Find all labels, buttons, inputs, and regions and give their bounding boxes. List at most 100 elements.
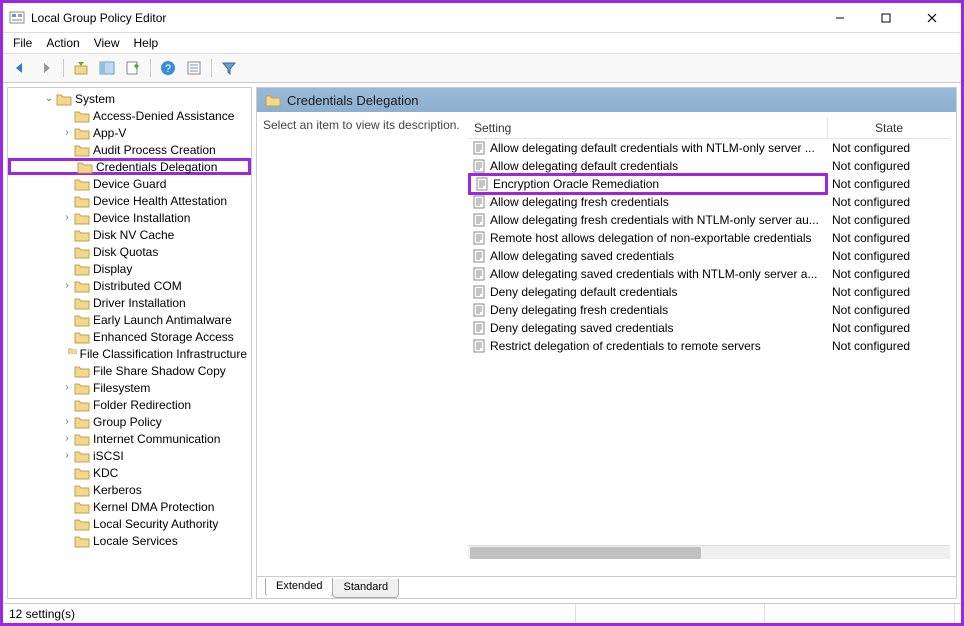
setting-state: Not configured <box>828 249 950 263</box>
policy-icon <box>472 159 486 173</box>
tree-item[interactable]: Disk Quotas <box>8 243 251 260</box>
tree-item-label: Distributed COM <box>93 279 182 293</box>
setting-row[interactable]: Deny delegating saved credentialsNot con… <box>468 319 950 337</box>
tree-item[interactable]: Device Health Attestation <box>8 192 251 209</box>
setting-state: Not configured <box>828 285 950 299</box>
export-button[interactable] <box>122 57 144 79</box>
menu-view[interactable]: View <box>94 36 120 50</box>
close-button[interactable] <box>909 4 955 32</box>
setting-row[interactable]: Remote host allows delegation of non-exp… <box>468 229 950 247</box>
column-setting[interactable]: Setting <box>468 118 828 138</box>
up-button[interactable] <box>70 57 92 79</box>
setting-name: Restrict delegation of credentials to re… <box>490 339 761 353</box>
status-text: 12 setting(s) <box>9 604 576 623</box>
show-hide-tree-button[interactable] <box>96 57 118 79</box>
tree-item[interactable]: ›Device Installation <box>8 209 251 226</box>
folder-icon <box>74 126 90 140</box>
chevron-right-icon[interactable]: › <box>60 280 74 291</box>
tree-root-label: System <box>75 92 115 106</box>
menu-file[interactable]: File <box>13 36 32 50</box>
tab-extended[interactable]: Extended <box>265 578 333 597</box>
setting-row[interactable]: Deny delegating default credentialsNot c… <box>468 283 950 301</box>
tree-item[interactable]: Kernel DMA Protection <box>8 498 251 515</box>
properties-button[interactable] <box>183 57 205 79</box>
column-state[interactable]: State <box>828 118 950 138</box>
policy-icon <box>475 177 489 191</box>
tree-item[interactable]: Credentials Delegation <box>8 158 251 175</box>
chevron-right-icon[interactable]: › <box>60 127 74 138</box>
tree-item[interactable]: Early Launch Antimalware <box>8 311 251 328</box>
tree-root[interactable]: ⌄ System <box>8 90 251 107</box>
chevron-right-icon[interactable]: › <box>60 382 74 393</box>
list-header[interactable]: Setting State <box>468 118 950 139</box>
folder-icon <box>74 398 90 412</box>
titlebar: Local Group Policy Editor <box>3 3 961 33</box>
folder-icon <box>74 517 90 531</box>
tree-item[interactable]: Audit Process Creation <box>8 141 251 158</box>
content-pane: Credentials Delegation Select an item to… <box>256 87 957 599</box>
tree-item[interactable]: ›Internet Communication <box>8 430 251 447</box>
tree-item-label: Kerberos <box>93 483 142 497</box>
tree-item[interactable]: Local Security Authority <box>8 515 251 532</box>
tree-item[interactable]: Enhanced Storage Access <box>8 328 251 345</box>
setting-name: Allow delegating saved credentials <box>490 249 674 263</box>
setting-row[interactable]: Encryption Oracle RemediationNot configu… <box>468 175 950 193</box>
menu-help[interactable]: Help <box>134 36 159 50</box>
tree-item[interactable]: ›App-V <box>8 124 251 141</box>
maximize-button[interactable] <box>863 4 909 32</box>
tree-item[interactable]: Kerberos <box>8 481 251 498</box>
policy-icon <box>472 231 486 245</box>
tree-item[interactable]: Driver Installation <box>8 294 251 311</box>
setting-name: Allow delegating default credentials <box>490 159 678 173</box>
setting-state: Not configured <box>828 267 950 281</box>
tree-item-label: Locale Services <box>93 534 178 548</box>
tree-item[interactable]: Disk NV Cache <box>8 226 251 243</box>
tree-item[interactable]: File Share Shadow Copy <box>8 362 251 379</box>
tree-item-label: Display <box>93 262 132 276</box>
forward-button[interactable] <box>35 57 57 79</box>
folder-icon <box>74 228 90 242</box>
horizontal-scrollbar[interactable] <box>468 545 950 559</box>
chevron-right-icon[interactable]: › <box>60 433 74 444</box>
setting-state: Not configured <box>828 141 950 155</box>
tab-standard[interactable]: Standard <box>332 579 399 598</box>
policy-icon <box>472 213 486 227</box>
chevron-right-icon[interactable]: › <box>60 416 74 427</box>
back-button[interactable] <box>9 57 31 79</box>
setting-row[interactable]: Allow delegating default credentials wit… <box>468 139 950 157</box>
tree-item-label: File Share Shadow Copy <box>93 364 226 378</box>
setting-row[interactable]: Allow delegating fresh credentials with … <box>468 211 950 229</box>
setting-row[interactable]: Allow delegating saved credentials with … <box>468 265 950 283</box>
tree-item[interactable]: Device Guard <box>8 175 251 192</box>
window-title: Local Group Policy Editor <box>31 11 817 25</box>
settings-list[interactable]: Setting State Allow delegating default c… <box>468 118 950 570</box>
policy-icon <box>472 141 486 155</box>
tree-item[interactable]: Locale Services <box>8 532 251 549</box>
tree-item[interactable]: Folder Redirection <box>8 396 251 413</box>
folder-icon <box>74 415 90 429</box>
setting-row[interactable]: Deny delegating fresh credentialsNot con… <box>468 301 950 319</box>
folder-icon <box>265 93 281 107</box>
tree-item[interactable]: Access-Denied Assistance <box>8 107 251 124</box>
chevron-down-icon[interactable]: ⌄ <box>42 93 56 104</box>
tree-item[interactable]: ›Filesystem <box>8 379 251 396</box>
chevron-right-icon[interactable]: › <box>60 212 74 223</box>
folder-icon <box>74 534 90 548</box>
tree-item[interactable]: KDC <box>8 464 251 481</box>
tree-item[interactable]: File Classification Infrastructure <box>8 345 251 362</box>
tree-item[interactable]: › Distributed COM <box>8 277 251 294</box>
tree-item[interactable]: ›iSCSI <box>8 447 251 464</box>
setting-row[interactable]: Restrict delegation of credentials to re… <box>468 337 950 355</box>
tree-item[interactable]: ›Group Policy <box>8 413 251 430</box>
tree-pane[interactable]: ⌄ System Access-Denied Assistance›App-VA… <box>7 87 252 599</box>
tree-item[interactable]: Display <box>8 260 251 277</box>
setting-row[interactable]: Allow delegating fresh credentialsNot co… <box>468 193 950 211</box>
tree-item-label: File Classification Infrastructure <box>80 347 247 361</box>
filter-button[interactable] <box>218 57 240 79</box>
minimize-button[interactable] <box>817 4 863 32</box>
folder-icon <box>74 483 90 497</box>
menu-action[interactable]: Action <box>46 36 79 50</box>
help-button[interactable]: ? <box>157 57 179 79</box>
setting-row[interactable]: Allow delegating saved credentials Not co… <box>468 247 950 265</box>
chevron-right-icon[interactable]: › <box>60 450 74 461</box>
